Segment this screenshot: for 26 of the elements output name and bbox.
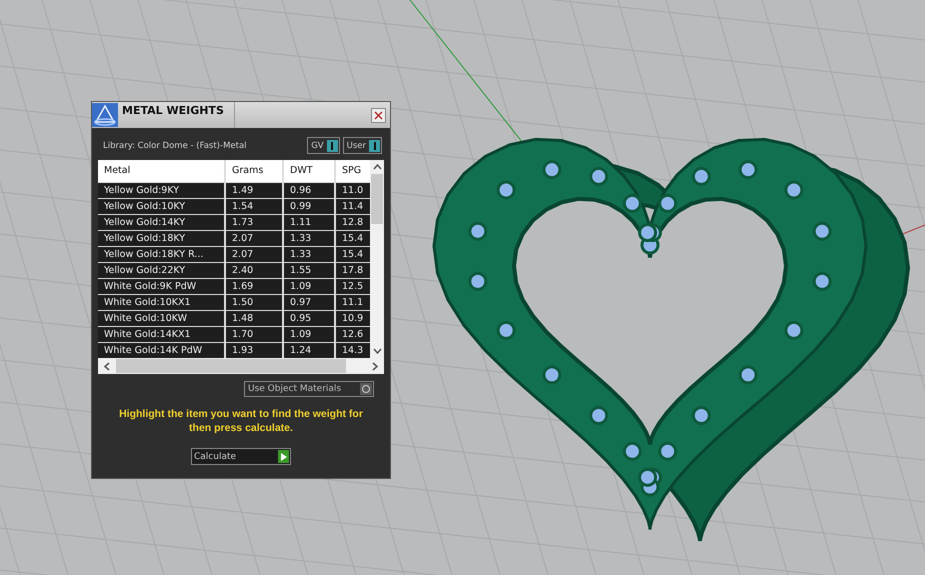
close-button[interactable]	[371, 108, 386, 122]
scrollbar-thumb[interactable]	[371, 174, 384, 224]
table-row[interactable]: White Gold:10KX1 1.50 0.97 11.1	[98, 294, 370, 310]
table-row[interactable]: Yellow Gold:9KY 1.49 0.96 11.0	[98, 182, 370, 198]
circle-icon	[360, 383, 372, 395]
horizontal-scrollbar[interactable]	[98, 358, 384, 374]
table-row[interactable]: White Gold:14K PdW 1.93 1.24 14.3	[98, 342, 370, 358]
calculate-button[interactable]: Calculate	[191, 448, 291, 465]
pyramid-icon	[92, 103, 118, 127]
vertical-scrollbar[interactable]	[370, 160, 384, 358]
use-object-materials-toggle[interactable]: Use Object Materials	[244, 381, 374, 397]
table-row[interactable]: Yellow Gold:14KY 1.73 1.11 12.8	[98, 214, 370, 230]
play-icon	[280, 452, 286, 460]
table-row[interactable]: Yellow Gold:18KY R... 2.07 1.33 15.4	[98, 246, 370, 262]
window-title: METAL WEIGHTS	[122, 102, 235, 128]
instruction-message: Highlight the item you want to find the weight for then press calculate.	[118, 407, 364, 435]
library-label: Library: Color Dome - (Fast)-Metal	[103, 140, 248, 150]
table-row[interactable]: Yellow Gold:18KY 2.07 1.33 15.4	[98, 230, 370, 246]
table-row[interactable]: Yellow Gold:22KY 2.40 1.55 17.8	[98, 262, 370, 278]
toggle-button[interactable]: User	[342, 137, 382, 154]
table-row[interactable]: White Gold:14KX1 1.70 1.09 12.6	[98, 326, 370, 342]
table-row[interactable]: White Gold:9K PdW 1.69 1.09 12.5	[98, 278, 370, 294]
toggle-button[interactable]: GV	[307, 137, 340, 154]
table-row[interactable]: White Gold:10KW 1.48 0.95 10.9	[98, 310, 370, 326]
table-row[interactable]: Yellow Gold:10KY 1.54 0.99 11.4	[98, 198, 370, 214]
close-icon	[374, 110, 383, 120]
